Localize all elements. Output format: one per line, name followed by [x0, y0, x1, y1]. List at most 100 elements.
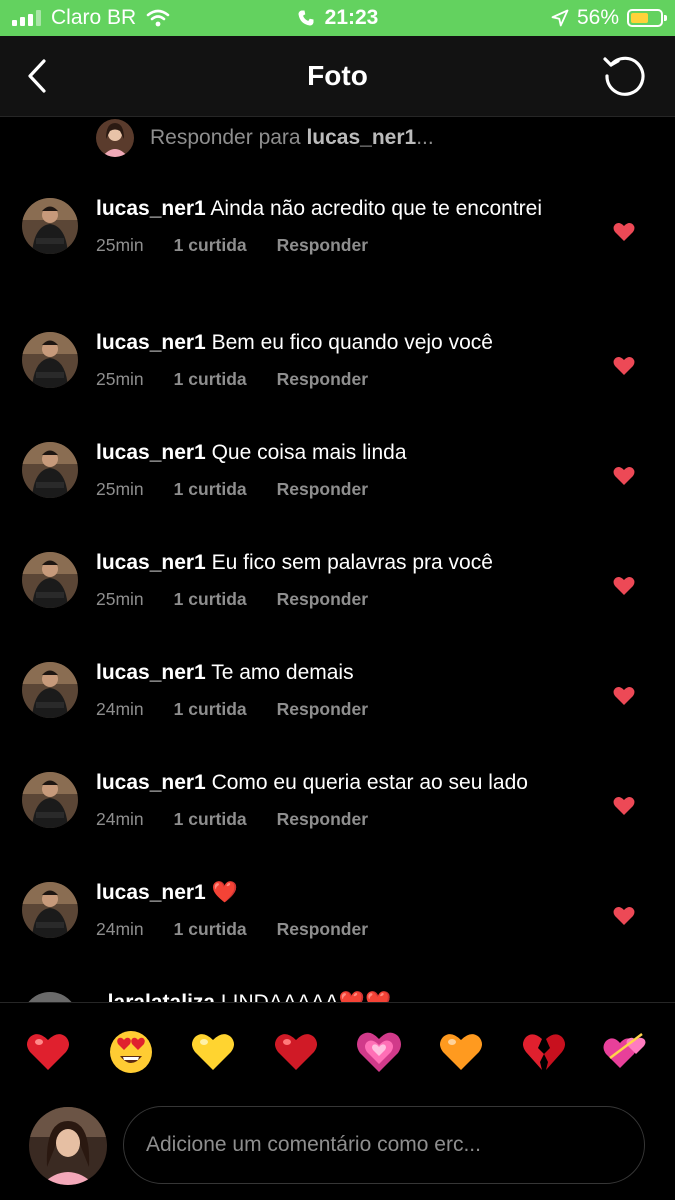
broken-heart-emoji-icon[interactable] [520, 1028, 568, 1076]
reply-button[interactable]: Responder [277, 696, 368, 722]
navigation-bar: Foto [0, 36, 675, 117]
comment-username[interactable]: lucas_ner1 [96, 331, 206, 354]
location-arrow-icon [551, 9, 569, 27]
battery-fill [631, 13, 648, 23]
red-heart-dark-emoji-icon[interactable] [272, 1028, 320, 1076]
comment-username[interactable]: lucas_ner1 [96, 441, 206, 464]
growing-heart-emoji-icon[interactable] [355, 1028, 403, 1076]
comment-username[interactable]: lucas_ner1 [96, 771, 206, 794]
comment-username[interactable]: lucas_ner1 [96, 197, 206, 220]
yellow-heart-emoji-icon[interactable] [189, 1028, 237, 1076]
reply-button[interactable]: Responder [277, 476, 368, 502]
comment-text-line: _laralataliza LINDAAAAA❤️❤️ [96, 990, 596, 1002]
comment-likes[interactable]: 1 curtida [174, 232, 247, 258]
avatar[interactable] [22, 662, 78, 718]
like-heart-icon[interactable] [612, 794, 636, 816]
like-heart-icon[interactable] [612, 904, 636, 926]
comment-text-line: lucas_ner1 Te amo demais [96, 660, 596, 686]
comment-body: lucas_ner1 Como eu queria estar ao seu l… [96, 770, 596, 832]
divider [0, 1002, 675, 1003]
comment-body: lucas_ner1 ❤️ 24min 1 curtida Responder [96, 880, 596, 942]
comment-meta: 25min 1 curtida Responder [96, 232, 596, 258]
comment-likes[interactable]: 1 curtida [174, 476, 247, 502]
comment-time: 25min [96, 589, 144, 609]
comment-item: lucas_ner1 Ainda não acredito que te enc… [0, 196, 675, 306]
comment-text-line: lucas_ner1 Que coisa mais linda [96, 440, 596, 466]
like-heart-icon[interactable] [612, 574, 636, 596]
orange-heart-emoji-icon[interactable] [437, 1028, 485, 1076]
comment-body: lucas_ner1 Ainda não acredito que te enc… [96, 196, 596, 258]
status-right: 56% [551, 0, 667, 36]
comment-meta: 25min 1 curtida Responder [96, 586, 596, 612]
comment-text: LINDAAAAA❤️❤️ [215, 991, 391, 1002]
comment-time: 25min [96, 369, 144, 389]
two-hearts-emoji-icon[interactable] [602, 1028, 650, 1076]
comment-likes[interactable]: 1 curtida [174, 916, 247, 942]
comment-text-line: lucas_ner1 Como eu queria estar ao seu l… [96, 770, 596, 796]
avatar[interactable] [22, 552, 78, 608]
comment-text-line: lucas_ner1 Bem eu fico quando vejo você [96, 330, 596, 356]
clock-label: 21:23 [324, 6, 379, 29]
comment-likes[interactable]: 1 curtida [174, 696, 247, 722]
quick-emoji-bar [0, 1024, 675, 1080]
reply-button[interactable]: Responder [277, 806, 368, 832]
comment-username[interactable]: lucas_ner1 [96, 661, 206, 684]
red-heart-emoji-icon[interactable] [24, 1028, 72, 1076]
comment-time: 24min [96, 919, 144, 939]
comment-time: 25min [96, 479, 144, 499]
comments-list[interactable]: lucas_ner1 Ainda não acredito que te enc… [0, 160, 675, 1002]
like-heart-icon[interactable] [612, 464, 636, 486]
comment-username[interactable]: lucas_ner1 [96, 881, 206, 904]
comment-body: lucas_ner1 Te amo demais 24min 1 curtida Re… [96, 660, 596, 722]
refresh-icon[interactable] [601, 52, 649, 100]
status-bar: Claro BR 21:23 56% [0, 0, 675, 36]
avatar[interactable] [22, 992, 78, 1002]
comment-likes[interactable]: 1 curtida [174, 366, 247, 392]
comment-body: lucas_ner1 Bem eu fico quando vejo você 2… [96, 330, 596, 392]
comment-text: Te amo demais [205, 661, 354, 684]
comment-text: Que coisa mais linda [205, 441, 407, 464]
avatar[interactable] [22, 332, 78, 388]
reply-button[interactable]: Responder [277, 586, 368, 612]
comment-text-line: lucas_ner1 Ainda não acredito que te enc… [96, 196, 596, 222]
comment-username[interactable]: lucas_ner1 [96, 551, 206, 574]
phone-icon [298, 10, 314, 26]
reply-button[interactable]: Responder [277, 916, 368, 942]
like-heart-icon[interactable] [612, 354, 636, 376]
comment-time: 24min [96, 699, 144, 719]
reply-button[interactable]: Responder [277, 232, 368, 258]
comment-likes[interactable]: 1 curtida [174, 586, 247, 612]
comment-username[interactable]: _laralataliza [96, 991, 215, 1002]
comment-meta: 24min 1 curtida Responder [96, 696, 596, 722]
comment-meta: 24min 1 curtida Responder [96, 806, 596, 832]
comment-body: _laralataliza LINDAAAAA❤️❤️ [96, 990, 596, 1002]
like-heart-icon[interactable] [612, 684, 636, 706]
comment-body: lucas_ner1 Que coisa mais linda 25min 1 cu… [96, 440, 596, 502]
comment-meta: 25min 1 curtida Responder [96, 366, 596, 392]
avatar[interactable] [22, 772, 78, 828]
comment-text-line: lucas_ner1 ❤️ [96, 880, 596, 906]
avatar[interactable] [22, 882, 78, 938]
battery-icon [627, 9, 667, 27]
like-heart-icon[interactable] [612, 220, 636, 242]
comment-item: lucas_ner1 Como eu queria estar ao seu l… [0, 770, 675, 880]
heart-eyes-emoji-icon[interactable] [107, 1028, 155, 1076]
page-title: Foto [307, 60, 368, 91]
reply-button[interactable]: Responder [277, 366, 368, 392]
comment-text: ❤️ [205, 881, 238, 904]
comment-text: Eu fico sem palavras pra você [205, 551, 493, 574]
comment-item: _laralataliza LINDAAAAA❤️❤️ [0, 990, 675, 1002]
comment-input[interactable]: Adicione um comentário como erc... [123, 1106, 645, 1184]
comment-item: lucas_ner1 ❤️ 24min 1 curtida Responder [0, 880, 675, 990]
comment-input-placeholder: Adicione um comentário como erc... [146, 1133, 481, 1156]
comment-time: 25min [96, 235, 144, 255]
comment-item: lucas_ner1 Bem eu fico quando vejo você 2… [0, 330, 675, 440]
comment-meta: 25min 1 curtida Responder [96, 476, 596, 502]
comment-text: Bem eu fico quando vejo você [205, 331, 493, 354]
comment-text: Ainda não acredito que te encontrei [205, 197, 542, 220]
avatar[interactable] [22, 198, 78, 254]
comment-text-line: lucas_ner1 Eu fico sem palavras pra você [96, 550, 596, 576]
comment-item: lucas_ner1 Te amo demais 24min 1 curtida Re… [0, 660, 675, 770]
comment-likes[interactable]: 1 curtida [174, 806, 247, 832]
avatar[interactable] [22, 442, 78, 498]
